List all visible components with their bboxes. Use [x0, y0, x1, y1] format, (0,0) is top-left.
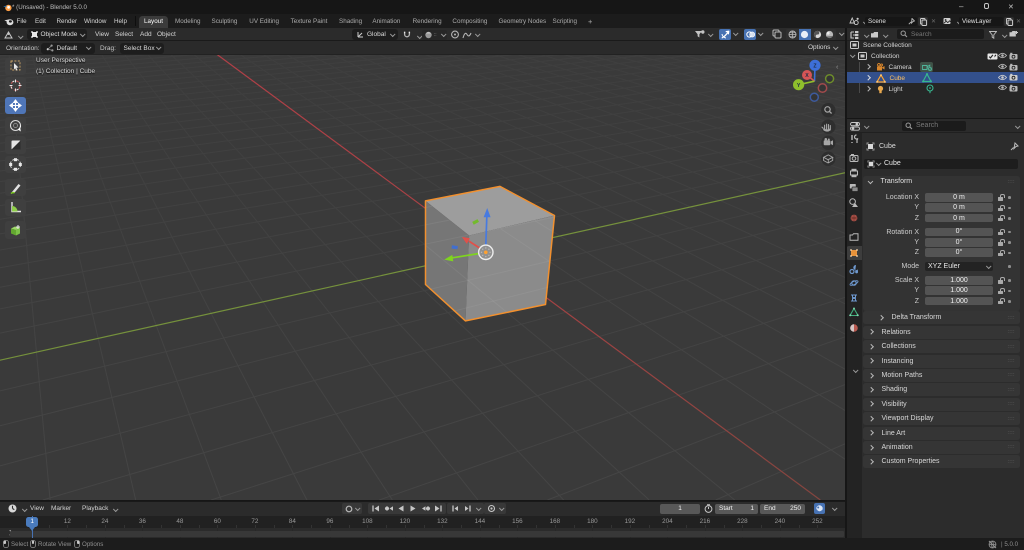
- svg-text:X: X: [805, 73, 809, 79]
- svg-text:Y: Y: [797, 83, 801, 89]
